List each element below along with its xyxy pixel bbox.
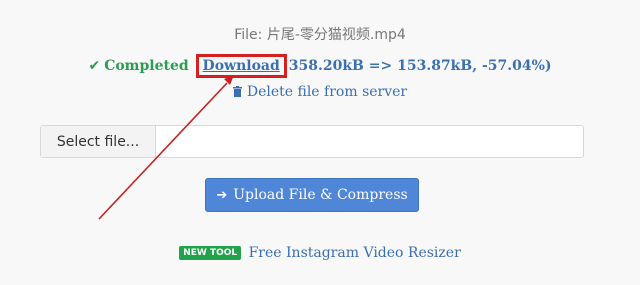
file-name-field[interactable] xyxy=(156,126,583,157)
download-link[interactable]: Download xyxy=(203,58,280,74)
upload-compress-button[interactable]: ➔ Upload File & Compress xyxy=(205,178,419,212)
size-info: 358.20kB => 153.87kB, -57.04%) xyxy=(288,58,552,74)
file-input-group[interactable]: Select file... xyxy=(40,125,584,158)
tool-promo-line: NEW TOOL Free Instagram Video Resizer xyxy=(0,245,640,262)
select-file-button[interactable]: Select file... xyxy=(41,126,156,157)
delete-file-link[interactable]: Delete file from server xyxy=(247,84,407,100)
arrow-right-icon: ➔ xyxy=(216,187,228,203)
file-name-label: File: 片尾-零分猫视频.mp4 xyxy=(234,27,406,43)
compression-result-page: File: 片尾-零分猫视频.mp4 ✔ Completed Download 35… xyxy=(0,0,640,285)
check-icon: ✔ xyxy=(88,58,101,74)
completed-label: Completed xyxy=(104,58,189,74)
status-line: ✔ Completed Download 358.20kB => 153.87kB,… xyxy=(0,54,640,78)
trash-icon xyxy=(232,86,242,97)
instagram-resizer-link[interactable]: Free Instagram Video Resizer xyxy=(249,245,461,261)
upload-button-label: Upload File & Compress xyxy=(233,187,408,203)
new-tool-badge: NEW TOOL xyxy=(179,246,242,260)
download-highlight-box: Download xyxy=(195,54,287,78)
delete-line: Delete file from server xyxy=(0,84,640,100)
